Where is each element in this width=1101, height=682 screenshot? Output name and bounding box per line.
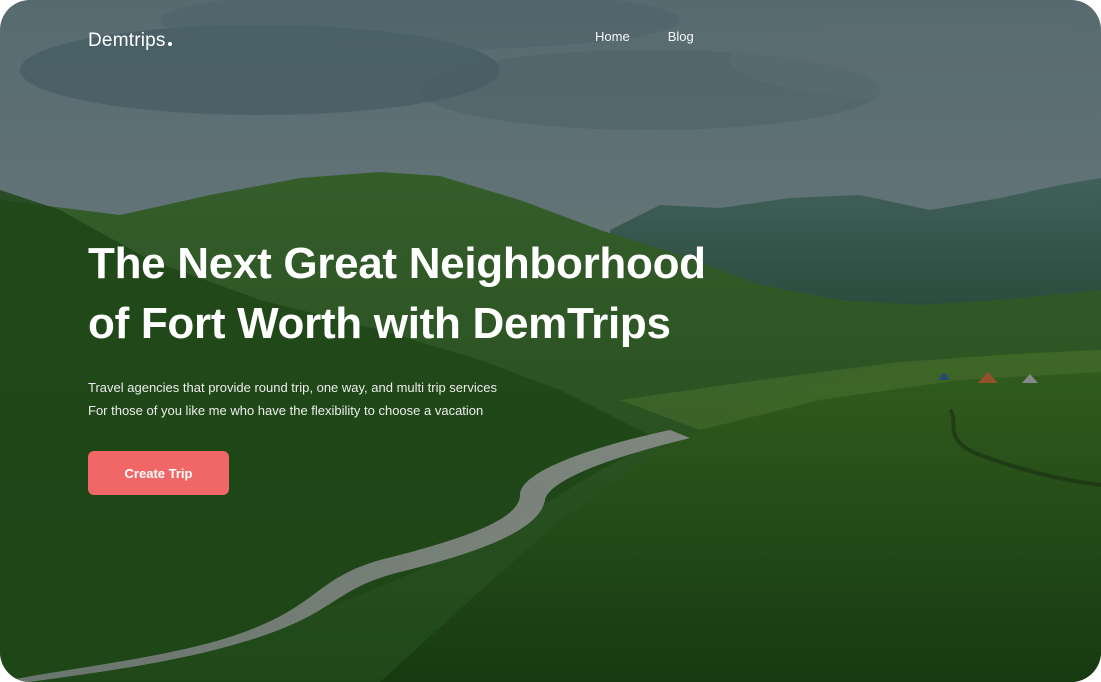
hero-subtitle: Travel agencies that provide round trip,…: [88, 376, 608, 422]
create-trip-button[interactable]: Create Trip: [88, 451, 229, 495]
top-navbar: Demtrips Home Blog: [88, 26, 1013, 58]
hero-title-line-2: of Fort Worth with DemTrips: [88, 299, 671, 348]
brand-name: Demtrips: [88, 30, 166, 51]
hero-subtitle-line-2: For those of you like me who have the fl…: [88, 403, 484, 418]
hero-subtitle-line-1: Travel agencies that provide round trip,…: [88, 380, 497, 395]
hero-title: The Next Great Neighborhood of Fort Wort…: [88, 234, 788, 354]
logo-dot-icon: [167, 42, 172, 46]
nav-link-home[interactable]: Home: [595, 29, 630, 44]
nav-link-blog[interactable]: Blog: [668, 29, 694, 44]
nav-links: Home Blog: [595, 29, 694, 44]
app-window: Demtrips Home Blog The Next Great Neighb…: [0, 0, 1101, 682]
hero-title-line-1: The Next Great Neighborhood: [88, 239, 706, 288]
brand-logo[interactable]: Demtrips: [88, 30, 172, 52]
